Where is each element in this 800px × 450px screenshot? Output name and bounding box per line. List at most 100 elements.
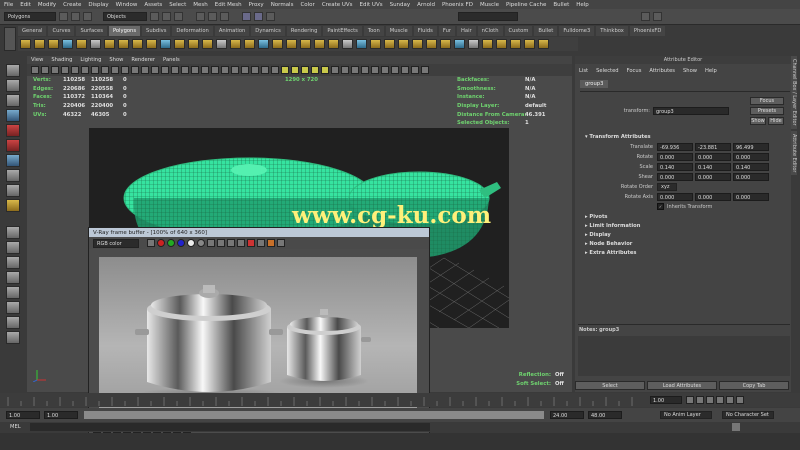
snap-point-icon[interactable] [220, 12, 229, 21]
menu-edit-uvs[interactable]: Edit UVs [360, 2, 383, 8]
render-last-icon[interactable] [267, 239, 275, 247]
section-extra-attributes[interactable]: ▸ Extra Attributes [585, 250, 785, 259]
notes-textarea[interactable] [578, 336, 790, 376]
shelf-tab-fur[interactable]: Fur [438, 26, 455, 36]
load-icon[interactable] [217, 239, 225, 247]
menu-mesh[interactable]: Mesh [193, 2, 207, 8]
ae-menu-help[interactable]: Help [705, 68, 717, 74]
region-render-icon[interactable] [257, 239, 265, 247]
ae-menu-show[interactable]: Show [683, 68, 697, 74]
inherits-transform-checkbox[interactable]: ✓ [657, 203, 664, 210]
shelf-tool-icon[interactable] [510, 39, 521, 49]
attr-scale-z[interactable]: 0.140 [733, 163, 769, 171]
viewport-tool-icon[interactable] [381, 66, 389, 74]
lasso-tool-icon[interactable] [6, 79, 20, 92]
input-field[interactable] [458, 12, 518, 21]
shelf-tool-icon[interactable] [468, 39, 479, 49]
vfb-channel-dropdown[interactable]: RGB color [93, 238, 139, 248]
scale-tool-icon[interactable] [6, 139, 20, 152]
attribute-editor-toggle-icon[interactable] [653, 12, 662, 21]
red-channel-icon[interactable] [157, 239, 165, 247]
shelf-tab-ncloth[interactable]: nCloth [477, 26, 503, 36]
shelf-tool-icon[interactable] [272, 39, 283, 49]
play-back-icon[interactable] [706, 396, 714, 404]
shelf-tool-icon[interactable] [496, 39, 507, 49]
shelf-tab-bullet[interactable]: Bullet [534, 26, 558, 36]
vfb-title-bar[interactable]: V-Ray frame buffer - [100% of 640 x 360] [89, 228, 429, 237]
viewport-tool-icon[interactable] [171, 66, 179, 74]
step-back-icon[interactable] [696, 396, 704, 404]
menu-set-dropdown[interactable]: Polygons [4, 12, 56, 21]
end-time-field[interactable]: 48.00 [588, 411, 622, 419]
channel-box-tab[interactable]: Channel Box / Layer Editor [791, 56, 797, 129]
shelf-tool-icon[interactable] [20, 39, 31, 49]
viewport-tool-icon[interactable] [311, 66, 319, 74]
shelf-tool-icon[interactable] [440, 39, 451, 49]
shelf-tab-subdivs[interactable]: Subdivs [142, 26, 171, 36]
shelf-tool-icon[interactable] [412, 39, 423, 49]
viewport-tool-icon[interactable] [61, 66, 69, 74]
viewport-tool-icon[interactable] [231, 66, 239, 74]
viewport-tool-icon[interactable] [71, 66, 79, 74]
move-tool-icon[interactable] [6, 109, 20, 122]
viewport-tool-icon[interactable] [111, 66, 119, 74]
mono-icon[interactable] [197, 239, 205, 247]
viewport-menu-lighting[interactable]: Lighting [80, 57, 101, 63]
go-to-start-icon[interactable] [686, 396, 694, 404]
shelf-tab-custom[interactable]: Custom [504, 26, 533, 36]
shelf-tab-surfaces[interactable]: Surfaces [76, 26, 107, 36]
shelf-tab-fluids[interactable]: Fluids [413, 26, 437, 36]
menu-assets[interactable]: Assets [144, 2, 162, 8]
select-tool-icon[interactable] [6, 64, 20, 77]
select-hierarchy-icon[interactable] [150, 12, 159, 21]
attr-scale-x[interactable]: 0.140 [657, 163, 693, 171]
viewport-tool-icon[interactable] [121, 66, 129, 74]
attr-translate-y[interactable]: -23.881 [695, 143, 731, 151]
node-tab-group3[interactable]: group3 [580, 80, 609, 88]
menu-modify[interactable]: Modify [38, 2, 56, 8]
menu-phoenix-fd[interactable]: Phoenix FD [442, 2, 473, 8]
shelf-tab-curves[interactable]: Curves [48, 26, 75, 36]
ipr-render-icon[interactable] [254, 12, 263, 21]
viewport-tool-icon[interactable] [411, 66, 419, 74]
viewport-tool-icon[interactable] [401, 66, 409, 74]
shelf-tool-icon[interactable] [258, 39, 269, 49]
shelf-tool-icon[interactable] [202, 39, 213, 49]
section-pivots[interactable]: ▸ Pivots [585, 214, 785, 223]
character-set-dropdown[interactable]: No Character Set [722, 411, 774, 419]
ae-menu-list[interactable]: List [579, 68, 588, 74]
green-channel-icon[interactable] [167, 239, 175, 247]
shelf-menu-icon[interactable] [4, 27, 16, 51]
layout-graph-icon[interactable] [6, 286, 20, 299]
anim-layer-dropdown[interactable]: No Anim Layer [660, 411, 712, 419]
shelf-tool-icon[interactable] [76, 39, 87, 49]
save-scene-icon[interactable] [83, 12, 92, 21]
viewport-tool-icon[interactable] [351, 66, 359, 74]
menu-help[interactable]: Help [576, 2, 589, 8]
load-attributes-button[interactable]: Load Attributes [647, 381, 717, 390]
shelf-tool-icon[interactable] [188, 39, 199, 49]
shelf-tab-muscle[interactable]: Muscle [385, 26, 412, 36]
viewport-tool-icon[interactable] [391, 66, 399, 74]
stop-render-icon[interactable] [247, 239, 255, 247]
menu-create[interactable]: Create [63, 2, 81, 8]
shelf-tool-icon[interactable] [244, 39, 255, 49]
viewport-tool-icon[interactable] [271, 66, 279, 74]
menu-select[interactable]: Select [169, 2, 186, 8]
attr-shear-z[interactable]: 0.000 [733, 173, 769, 181]
viewport-menu-view[interactable]: View [31, 57, 43, 63]
menu-edit-mesh[interactable]: Edit Mesh [215, 2, 242, 8]
layout-render-icon[interactable] [6, 316, 20, 329]
last-tool-icon[interactable] [6, 199, 20, 212]
viewport-tool-icon[interactable] [31, 66, 39, 74]
select-object-icon[interactable] [162, 12, 171, 21]
ae-menu-selected[interactable]: Selected [596, 68, 619, 74]
attr-translate-x[interactable]: -69.936 [657, 143, 693, 151]
show-manipulator-icon[interactable] [6, 184, 20, 197]
rotate-order-dropdown[interactable]: xyz [657, 183, 677, 191]
attr-translate-z[interactable]: 96.499 [733, 143, 769, 151]
shelf-tool-icon[interactable] [132, 39, 143, 49]
viewport-tool-icon[interactable] [341, 66, 349, 74]
shelf-tool-icon[interactable] [356, 39, 367, 49]
shelf-tool-icon[interactable] [34, 39, 45, 49]
